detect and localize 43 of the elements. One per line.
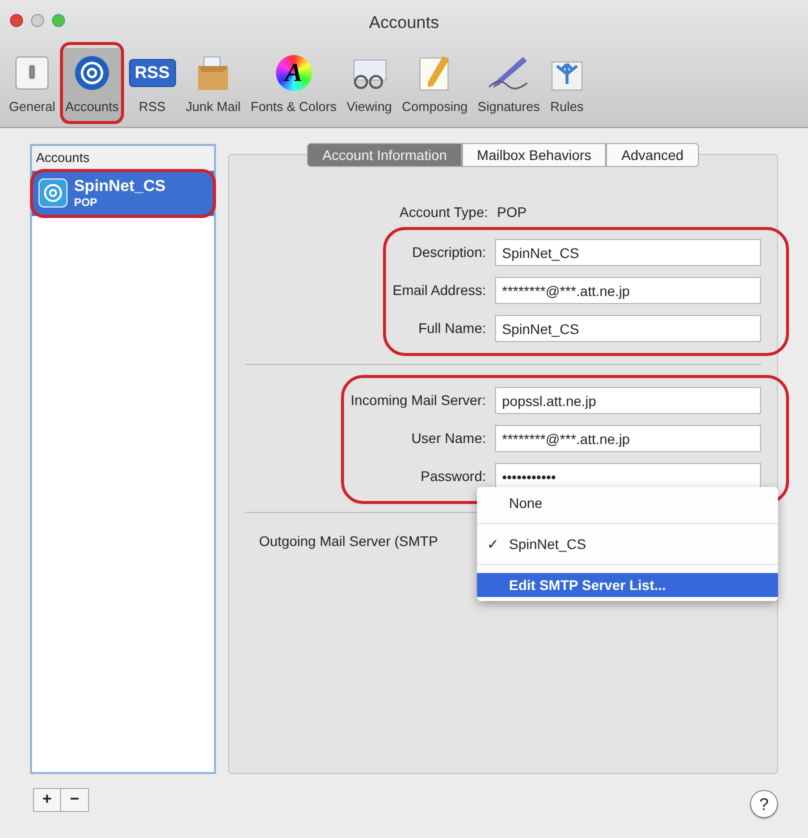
account-type-label: Account Type: bbox=[398, 202, 488, 222]
toolbar-button[interactable]: General bbox=[6, 48, 58, 124]
field-label: Incoming Mail Server: bbox=[350, 391, 486, 410]
field-label: User Name: bbox=[410, 429, 486, 448]
toolbar-button[interactable]: Signatures bbox=[474, 48, 543, 124]
rss-icon: RSS bbox=[128, 58, 176, 86]
close-button[interactable] bbox=[10, 14, 23, 27]
tab[interactable]: Mailbox Behaviors bbox=[462, 143, 606, 167]
add-button[interactable]: + bbox=[33, 788, 61, 812]
account-name: SpinNet_CS bbox=[74, 176, 166, 196]
remove-button[interactable]: − bbox=[61, 788, 89, 812]
minimize-button[interactable] bbox=[31, 14, 44, 27]
list-header: Accounts bbox=[32, 146, 214, 170]
help-button[interactable]: ? bbox=[750, 790, 778, 818]
zoom-button[interactable] bbox=[52, 14, 65, 27]
text-field[interactable]: SpinNet_CS bbox=[495, 239, 761, 266]
menu-item[interactable]: Edit SMTP Server List... bbox=[477, 573, 778, 597]
field-label: Full Name: bbox=[417, 319, 486, 338]
tab[interactable]: Account Information bbox=[307, 143, 462, 167]
toolbar-button[interactable]: Accounts bbox=[62, 48, 122, 124]
field-label: Email Address: bbox=[392, 281, 486, 300]
text-field[interactable]: ********@***.att.ne.jp bbox=[495, 425, 761, 452]
toolbar-button[interactable]: Junk Mail bbox=[182, 48, 244, 124]
window-title: Accounts bbox=[369, 12, 439, 34]
toolbar-button[interactable]: A Fonts & Colors bbox=[248, 48, 340, 124]
tab[interactable]: Advanced bbox=[606, 143, 699, 167]
toolbar-button[interactable]: Viewing bbox=[344, 48, 395, 124]
text-field[interactable]: ********@***.att.ne.jp bbox=[495, 277, 761, 304]
text-field[interactable]: SpinNet_CS bbox=[495, 315, 761, 342]
field-label: Description: bbox=[411, 243, 486, 262]
toolbar-button[interactable]: Rules bbox=[546, 48, 587, 124]
account-type-value: POP bbox=[497, 202, 527, 222]
text-field[interactable]: popssl.att.ne.jp bbox=[495, 387, 761, 414]
account-item[interactable]: SpinNet_CS POP bbox=[32, 170, 214, 216]
toolbar-button[interactable]: RSS RSS bbox=[126, 48, 179, 124]
menu-item[interactable]: ✓ SpinNet_CS bbox=[477, 532, 778, 556]
account-type: POP bbox=[74, 196, 98, 210]
color-wheel-icon: A bbox=[276, 54, 312, 90]
outgoing-server-label: Outgoing Mail Server (SMTP bbox=[259, 532, 438, 551]
menu-item[interactable]: None bbox=[477, 491, 778, 515]
field-label: Password: bbox=[420, 467, 486, 486]
switch-icon bbox=[14, 54, 50, 90]
toolbar-button[interactable]: Composing bbox=[398, 48, 471, 124]
